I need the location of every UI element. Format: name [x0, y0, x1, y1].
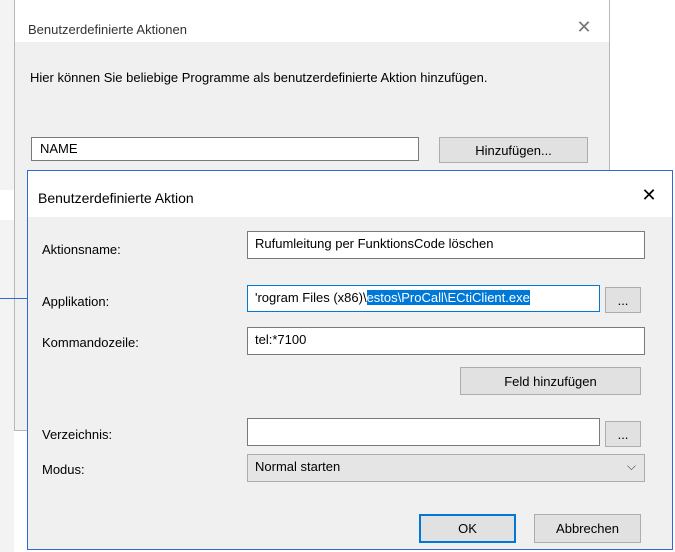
mode-label: Modus:	[42, 462, 85, 477]
commandline-label: Kommandozeile:	[42, 335, 139, 350]
browse-directory-button[interactable]: ...	[605, 421, 641, 447]
close-icon[interactable]: ✕	[634, 181, 664, 209]
add-button[interactable]: Hinzufügen...	[439, 137, 588, 163]
action-name-label: Aktionsname:	[42, 242, 121, 257]
mode-dropdown-value: Normal starten	[255, 459, 341, 474]
directory-label: Verzeichnis:	[42, 427, 113, 442]
chevron-down-icon: ⌵	[626, 459, 636, 473]
custom-action-dialog: Benutzerdefinierte Aktion ✕ Aktionsname:…	[27, 170, 673, 550]
background-window-fragment	[0, 190, 14, 220]
close-icon[interactable]: ✕	[569, 14, 599, 40]
action-name-field[interactable]: Rufumleitung per FunktionsCode löschen	[247, 231, 645, 259]
application-field[interactable]: 'rogram Files (x86)\estos\ProCall\ECtiCl…	[247, 285, 600, 312]
background-window-border	[0, 298, 27, 299]
dialog-titlebar: Benutzerdefinierte Aktionen ✕	[15, 0, 609, 42]
dialog-titlebar: Benutzerdefinierte Aktion ✕	[28, 171, 672, 217]
background-window-edge	[0, 0, 14, 552]
dialog-description: Hier können Sie beliebige Programme als …	[30, 70, 488, 85]
application-label: Applikation:	[42, 294, 110, 309]
dialog-title: Benutzerdefinierte Aktion	[38, 190, 194, 206]
directory-field[interactable]	[247, 418, 600, 446]
browse-application-button[interactable]: ...	[605, 287, 641, 313]
cancel-button[interactable]: Abbrechen	[534, 514, 641, 543]
dialog-title: Benutzerdefinierte Aktionen	[28, 22, 187, 37]
ok-button[interactable]: OK	[419, 514, 516, 543]
application-path-selection: estos\ProCall\ECtiClient.exe	[366, 290, 530, 305]
add-field-button[interactable]: Feld hinzufügen	[460, 367, 641, 395]
application-path-text: 'rogram Files (x86)\	[255, 290, 367, 305]
mode-dropdown[interactable]: Normal starten ⌵	[247, 454, 645, 482]
action-name-input[interactable]: NAME	[31, 137, 419, 161]
commandline-field[interactable]: tel:*7100	[247, 327, 645, 355]
